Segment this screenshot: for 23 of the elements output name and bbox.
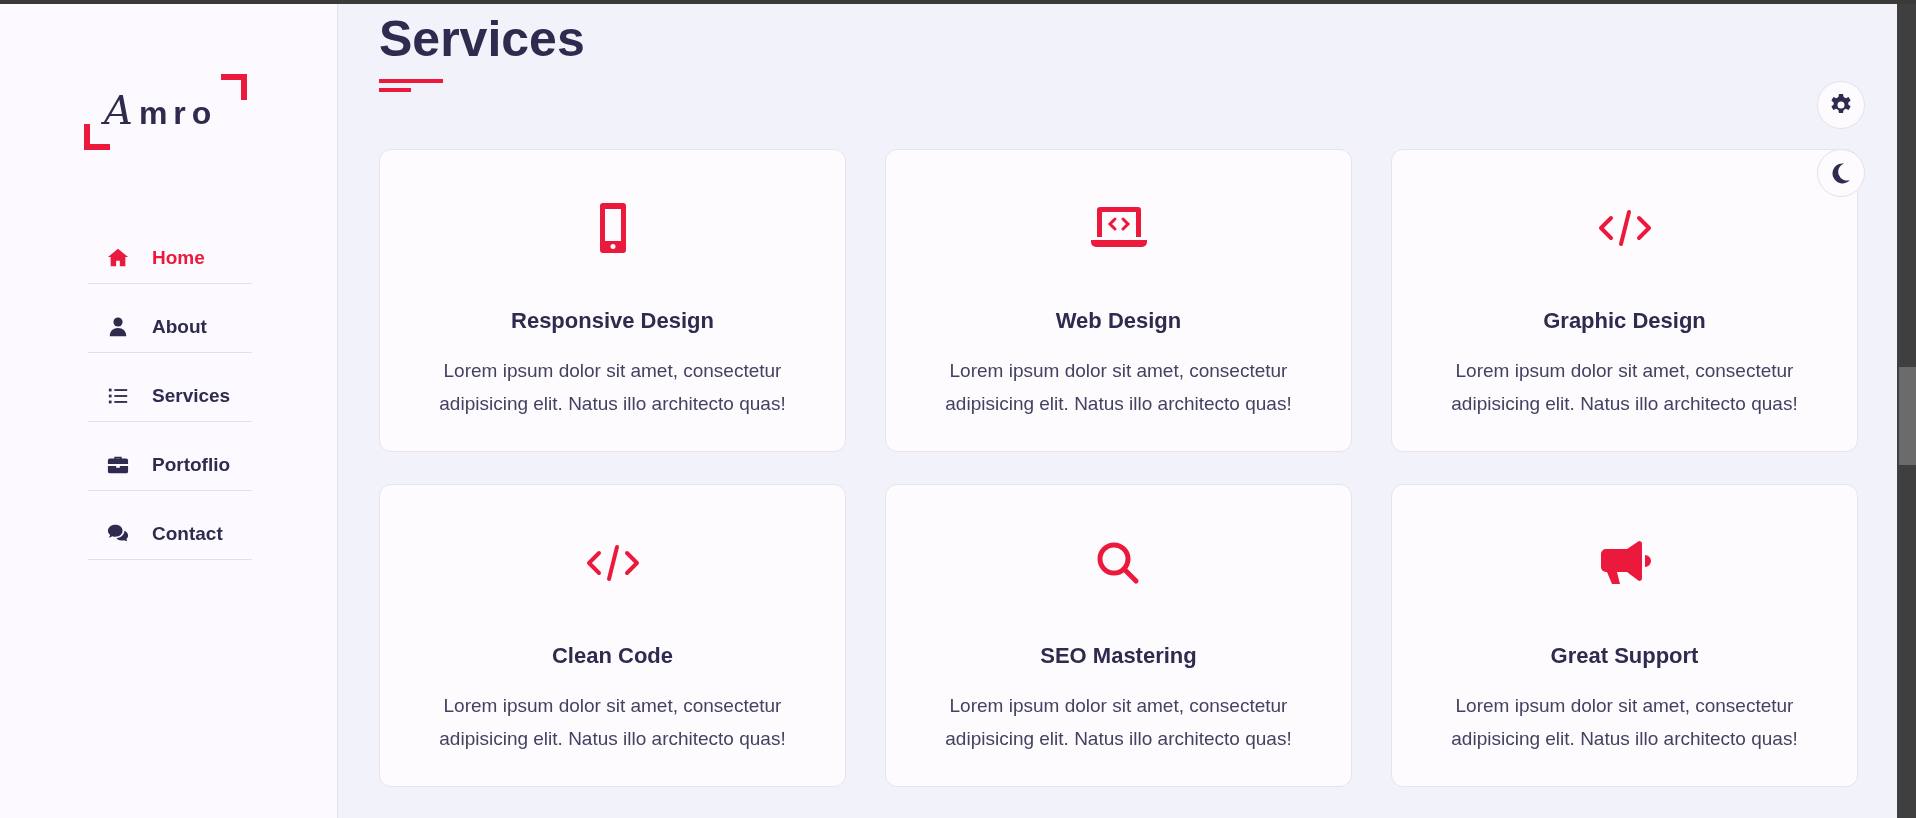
settings-button[interactable]: [1817, 81, 1865, 129]
service-title: Great Support: [1550, 643, 1699, 670]
nav-link[interactable]: Portoflio: [88, 450, 231, 479]
logo[interactable]: Amro: [84, 74, 248, 150]
service-description: Lorem ipsum dolor sit amet, consectetur adipisicing elit. Natus illo architecto quas!: [944, 694, 1293, 752]
service-description: Lorem ipsum dolor sit amet, consectetur adipisicing elit. Natus illo architecto quas!: [1450, 359, 1799, 417]
heading-underline: [379, 79, 443, 92]
service-title: Graphic Design: [1543, 308, 1706, 335]
nav-link[interactable]: Services: [88, 381, 231, 410]
service-description: Lorem ipsum dolor sit amet, consectetur adipisicing elit. Natus illo architecto quas!: [438, 359, 787, 417]
nav-link[interactable]: Contact: [88, 519, 223, 548]
service-title: Responsive Design: [511, 308, 714, 335]
scrollbar[interactable]: [1897, 4, 1916, 818]
nav-link[interactable]: Home: [88, 243, 205, 272]
service-title: Web Design: [1055, 308, 1182, 335]
nav-link[interactable]: About: [88, 312, 207, 341]
service-title: Clean Code: [552, 643, 673, 670]
service-title: SEO Mastering: [1040, 643, 1197, 670]
home-icon: [106, 246, 130, 269]
service-description: Lorem ipsum dolor sit amet, consectetur adipisicing elit. Natus illo architecto quas!: [944, 359, 1293, 417]
service-description: Lorem ipsum dolor sit amet, consectetur adipisicing elit. Natus illo architecto quas!: [1450, 694, 1799, 752]
section-heading: Services: [379, 12, 586, 67]
service-description: Lorem ipsum dolor sit amet, consectetur adipisicing elit. Natus illo architecto quas!: [438, 694, 787, 752]
